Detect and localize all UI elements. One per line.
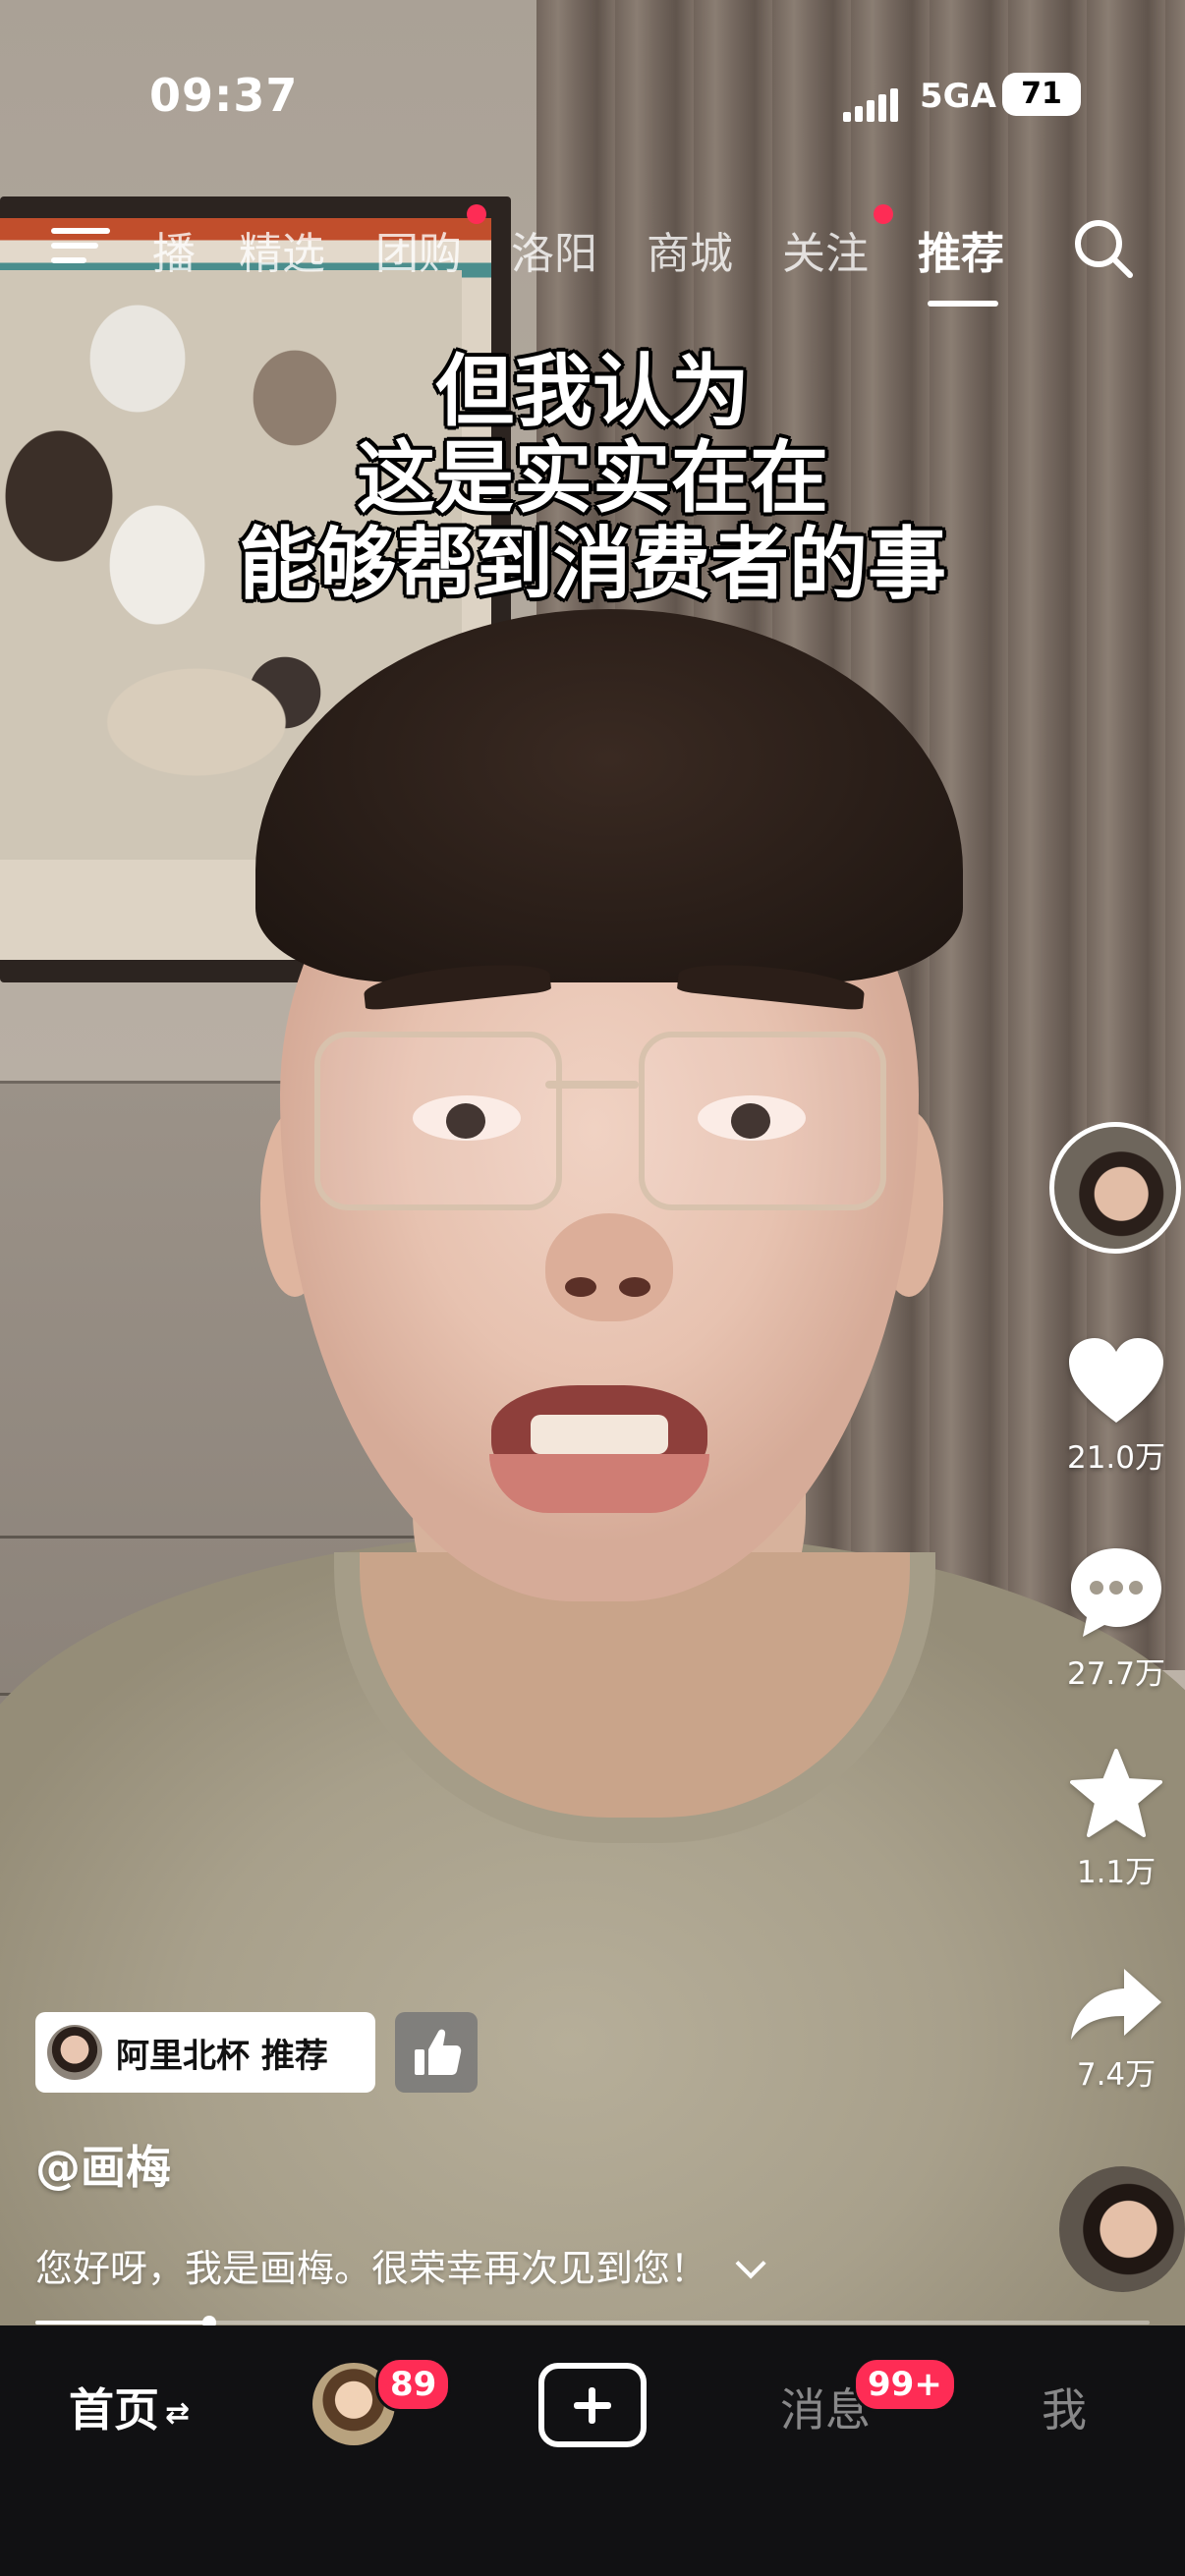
- nav-me[interactable]: 我: [1042, 2375, 1087, 2439]
- thumbs-up-icon: [415, 2029, 462, 2075]
- nav-home-label: 首页: [69, 2383, 159, 2436]
- progress-fill: [35, 2321, 209, 2324]
- comment-icon: [1071, 1548, 1161, 1637]
- music-disc[interactable]: [1059, 2166, 1185, 2292]
- action-rail: 21.0万 27.7万 1.1万 7.4万: [1008, 1110, 1185, 2309]
- comment-count: 27.7万: [1066, 1656, 1166, 1692]
- network-type: 5GA: [920, 77, 996, 116]
- search-icon[interactable]: [1071, 216, 1136, 281]
- app-screen: 09:37 5GA 71 播 精选 团购 洛阳 商城 关注 推荐 但我认为 这是…: [0, 0, 1185, 2576]
- tab-group-buy-dot: [467, 204, 486, 224]
- glasses-right-lens: [639, 1032, 886, 1210]
- heart-icon: [1069, 1338, 1163, 1423]
- top-tab-bar: 播 精选 团购 洛阳 商城 关注 推荐: [0, 204, 1185, 312]
- create-button[interactable]: [538, 2363, 647, 2447]
- battery-indicator: 71: [1002, 73, 1081, 116]
- swap-icon: ⇄: [165, 2396, 191, 2431]
- recommend-like-button[interactable]: [395, 2012, 478, 2093]
- share-button[interactable]: 7.4万: [1047, 1965, 1185, 2094]
- subtitle-line: 能够帮到消费者的事: [239, 519, 946, 610]
- like-button[interactable]: 21.0万: [1047, 1336, 1185, 1477]
- like-count: 21.0万: [1066, 1440, 1166, 1476]
- star-icon: [1070, 1749, 1162, 1837]
- subtitle-line: 但我认为: [435, 346, 750, 437]
- recommendation-chip[interactable]: 阿里北杯 推荐: [35, 2012, 375, 2093]
- description-text: 您好呀，我是画梅。很荣幸再次见到您！: [35, 2247, 708, 2290]
- video-progress-bar[interactable]: [35, 2316, 1150, 2329]
- glasses-left-lens: [314, 1032, 562, 1210]
- friends-badge: 89: [375, 2357, 452, 2412]
- menu-icon[interactable]: [51, 224, 110, 267]
- comment-button[interactable]: 27.7万: [1047, 1544, 1185, 1693]
- status-time: 09:37: [149, 69, 299, 122]
- share-icon: [1071, 1969, 1161, 2040]
- video-subtitle: 但我认为 这是实实在在 能够帮到消费者的事: [0, 349, 1185, 608]
- tab-group-buy[interactable]: 团购: [375, 218, 462, 281]
- bottom-nav: 首页 ⇄ 89 消息 99+ 我: [0, 2325, 1185, 2576]
- author-avatar[interactable]: [1049, 1122, 1181, 1254]
- subtitle-line: 这是实实在在: [357, 432, 828, 524]
- tab-following-dot: [874, 204, 893, 224]
- share-count: 7.4万: [1076, 2057, 1157, 2093]
- author-name[interactable]: @画梅: [35, 2132, 171, 2197]
- messages-badge: 99+: [853, 2357, 957, 2412]
- favorite-button[interactable]: 1.1万: [1047, 1747, 1185, 1891]
- signal-icon: [843, 88, 898, 122]
- tab-local[interactable]: 洛阳: [511, 218, 597, 281]
- tab-following[interactable]: 关注: [782, 218, 869, 281]
- active-tab-indicator: [928, 301, 998, 307]
- tab-mall[interactable]: 商城: [647, 218, 733, 281]
- video-description[interactable]: 您好呀，我是画梅。很荣幸再次见到您！: [35, 2238, 766, 2292]
- recommendation-label: 阿里北杯 推荐: [116, 2037, 328, 2076]
- tab-featured[interactable]: 精选: [239, 218, 325, 281]
- recommender-avatar: [47, 2025, 102, 2080]
- favorite-count: 1.1万: [1076, 1855, 1157, 1890]
- nav-home[interactable]: 首页 ⇄: [69, 2375, 190, 2439]
- tab-recommend[interactable]: 推荐: [918, 218, 1004, 281]
- tab-live[interactable]: 播: [152, 218, 196, 281]
